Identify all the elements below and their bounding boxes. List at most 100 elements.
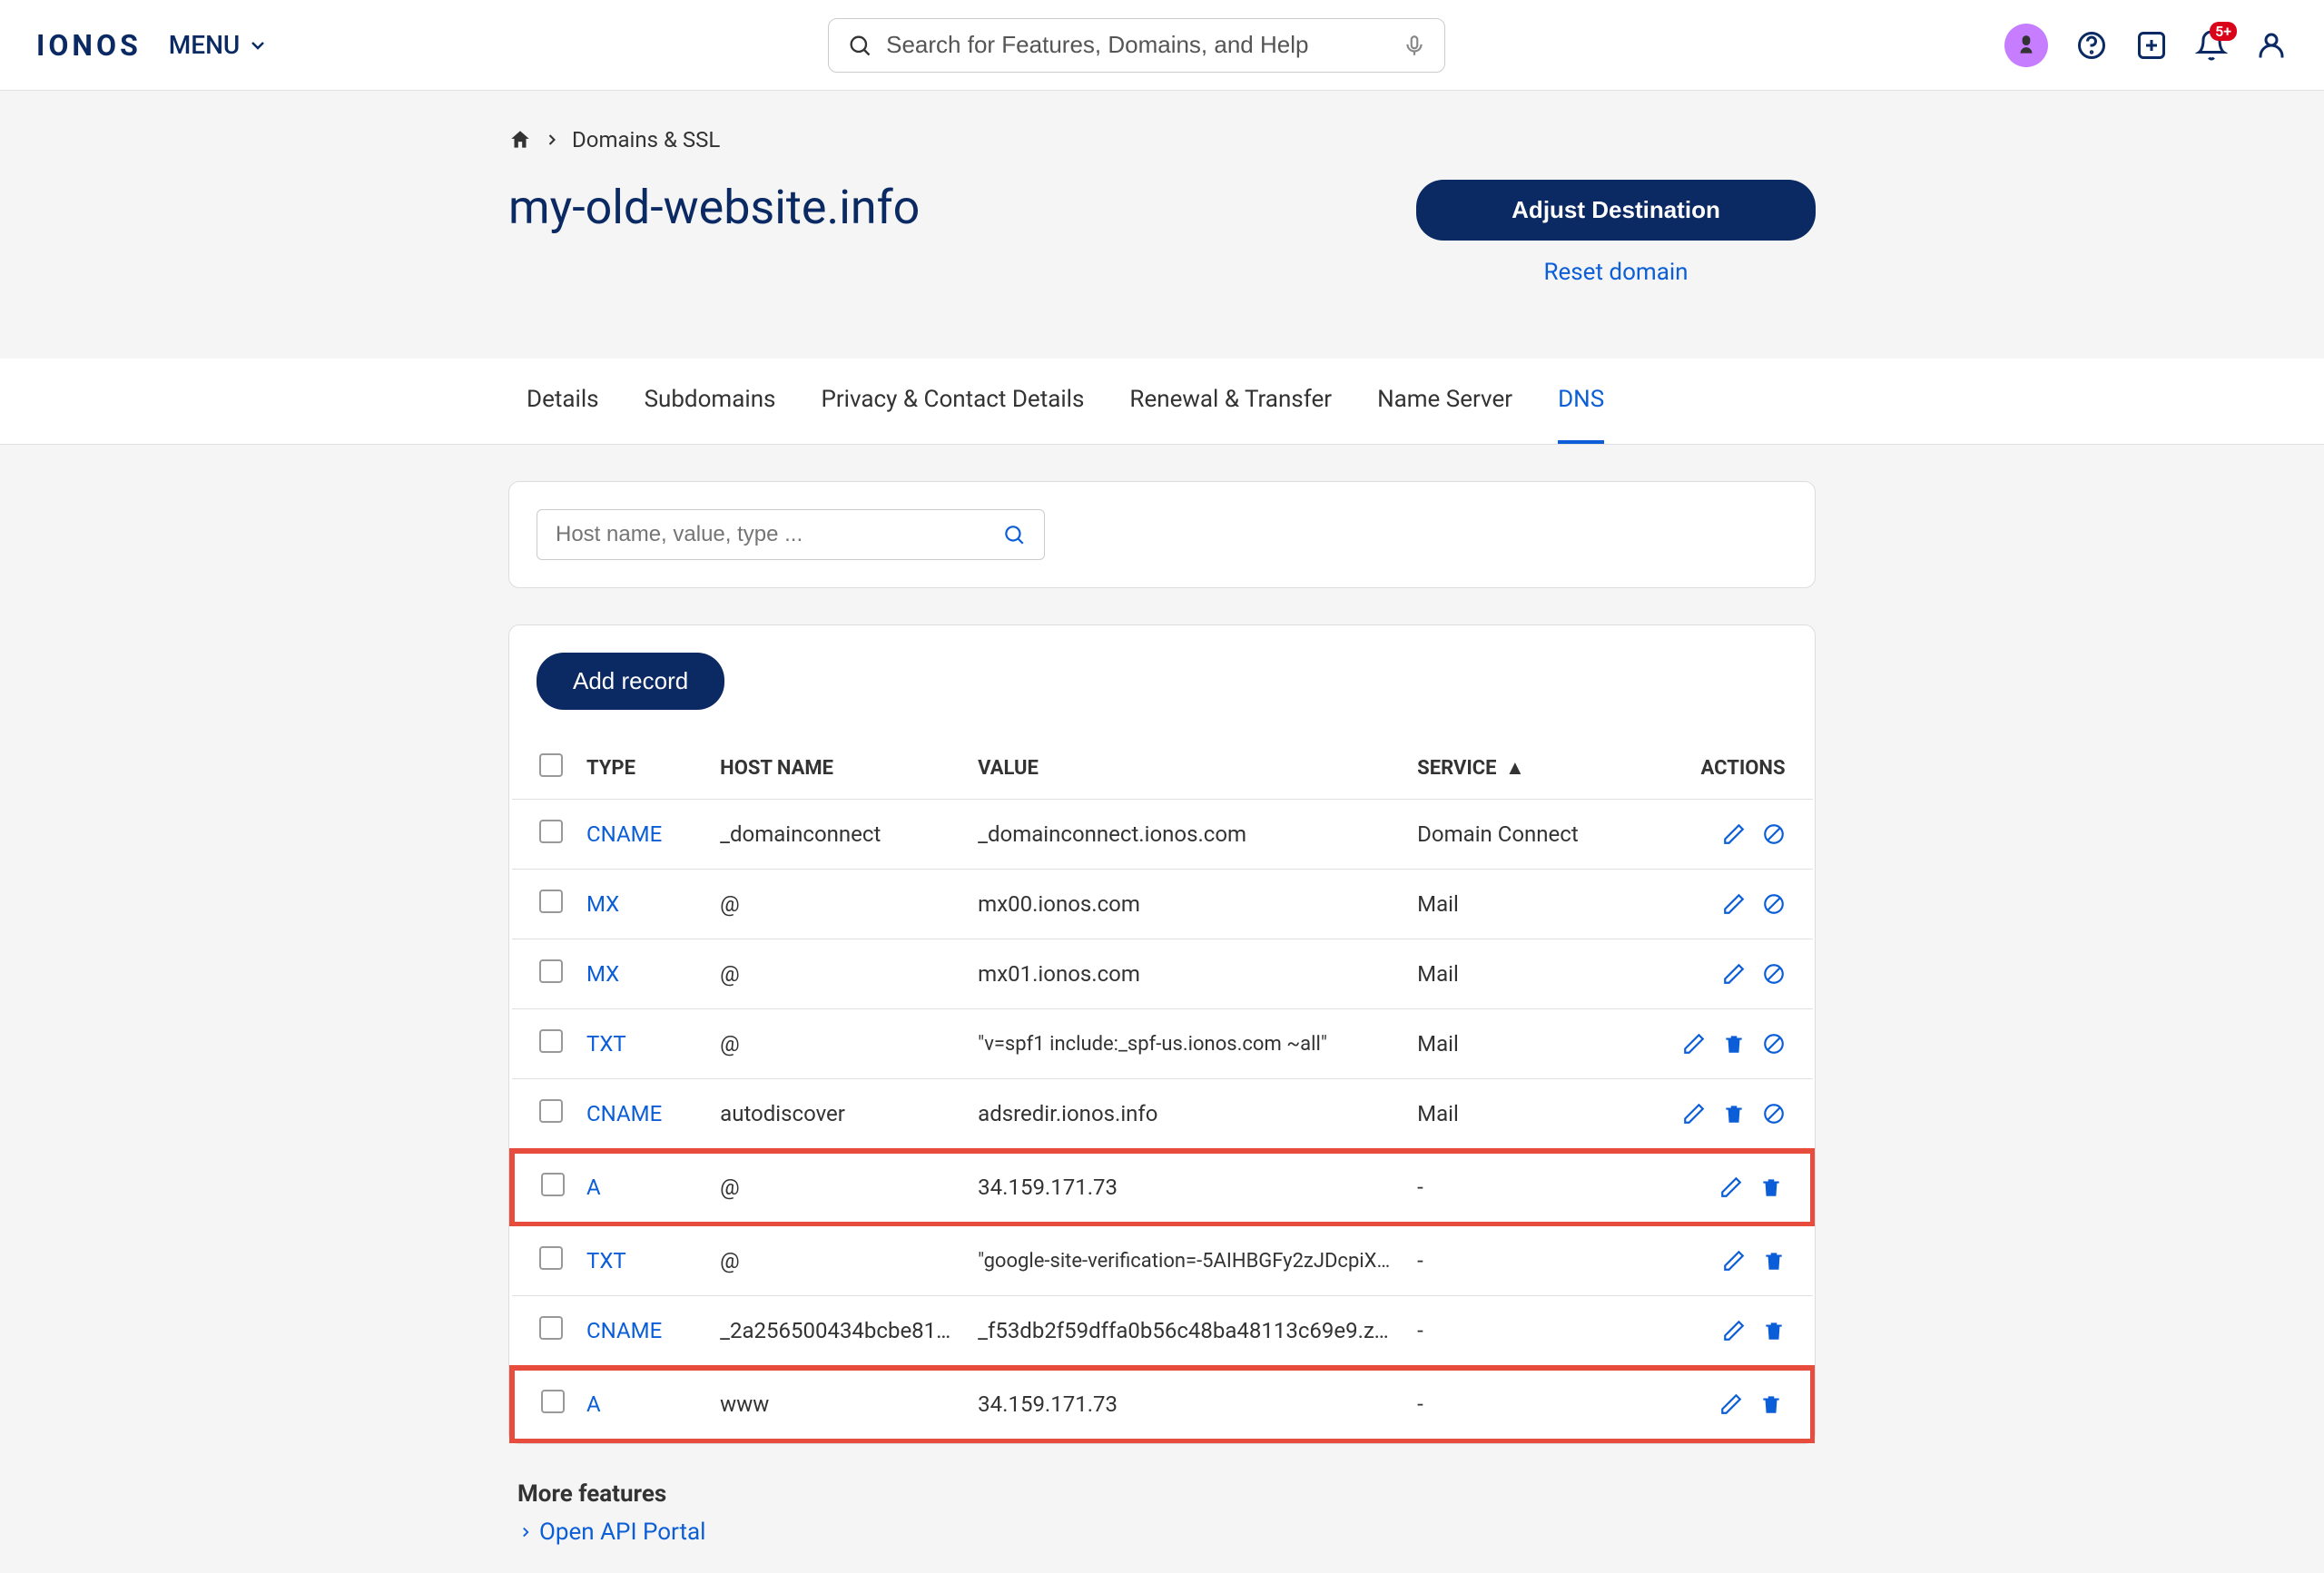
notification-icon[interactable]: 5+ [2195, 29, 2228, 62]
delete-icon[interactable] [1762, 1319, 1786, 1342]
table-row: CNAME_2a256500434bcbe8129..._f53db2f59df… [512, 1296, 1813, 1368]
tabs-bar: Details Subdomains Privacy & Contact Detai… [0, 359, 2324, 445]
chat-icon[interactable] [2075, 29, 2108, 62]
record-value: "google-site-verification=-5AIHBGFy2zJDc… [978, 1250, 1395, 1273]
edit-icon[interactable] [1719, 1392, 1743, 1416]
filter-input-wrap[interactable] [537, 509, 1045, 560]
delete-icon[interactable] [1722, 1102, 1746, 1126]
row-checkbox[interactable] [539, 1316, 563, 1340]
header: IONOS MENU 5+ [0, 0, 2324, 91]
delete-icon[interactable] [1759, 1392, 1783, 1416]
delete-icon[interactable] [1759, 1175, 1783, 1199]
table-row: CNAMEautodiscoveradsredir.ionos.infoMail [512, 1079, 1813, 1151]
col-service[interactable]: SERVICE ▲ [1406, 737, 1650, 800]
col-type[interactable]: TYPE [576, 737, 709, 800]
edit-icon[interactable] [1682, 1102, 1706, 1126]
record-type-link[interactable]: TXT [586, 1248, 626, 1273]
chevron-right-icon [517, 1524, 534, 1540]
record-service: - [1406, 1151, 1650, 1224]
row-checkbox[interactable] [539, 959, 563, 983]
edit-icon[interactable] [1719, 1175, 1743, 1199]
user-icon[interactable] [2255, 29, 2288, 62]
add-icon[interactable] [2135, 29, 2168, 62]
delete-icon[interactable] [1762, 1249, 1786, 1273]
col-value[interactable]: VALUE [967, 737, 1406, 800]
reset-domain-link[interactable]: Reset domain [1543, 259, 1688, 286]
microphone-icon[interactable] [1403, 34, 1426, 57]
record-type-link[interactable]: A [586, 1391, 601, 1417]
row-checkbox[interactable] [539, 820, 563, 843]
record-host: @ [720, 1248, 956, 1273]
open-api-portal-link[interactable]: Open API Portal [517, 1519, 1807, 1546]
record-service: Mail [1406, 1009, 1650, 1079]
adjust-destination-button[interactable]: Adjust Destination [1416, 180, 1816, 241]
menu-button[interactable]: MENU [169, 30, 270, 60]
disable-icon[interactable] [1762, 1032, 1786, 1056]
disable-icon[interactable] [1762, 892, 1786, 916]
edit-icon[interactable] [1722, 1249, 1746, 1273]
record-host: @ [720, 891, 956, 917]
edit-icon[interactable] [1722, 892, 1746, 916]
more-features: More features Open API Portal [508, 1480, 1816, 1546]
search-icon [847, 33, 872, 58]
record-type-link[interactable]: MX [586, 961, 619, 987]
filter-card [508, 481, 1816, 588]
edit-icon[interactable] [1722, 962, 1746, 986]
record-type-link[interactable]: MX [586, 891, 619, 917]
record-value: 34.159.171.73 [978, 1391, 1395, 1417]
disable-icon[interactable] [1762, 822, 1786, 846]
edit-icon[interactable] [1682, 1032, 1706, 1056]
record-service: Mail [1406, 870, 1650, 939]
search-box[interactable] [828, 18, 1445, 73]
edit-icon[interactable] [1722, 1319, 1746, 1342]
edit-icon[interactable] [1722, 822, 1746, 846]
tab-dns[interactable]: DNS [1558, 359, 1604, 444]
record-type-link[interactable]: CNAME [586, 821, 662, 847]
search-input[interactable] [886, 31, 1389, 59]
notification-badge: 5+ [2210, 22, 2237, 41]
breadcrumb-current[interactable]: Domains & SSL [572, 127, 720, 152]
record-value: mx00.ionos.com [978, 891, 1395, 917]
row-checkbox[interactable] [539, 890, 563, 913]
record-type-link[interactable]: TXT [586, 1031, 626, 1057]
search-container [296, 18, 1977, 73]
record-type-link[interactable]: CNAME [586, 1101, 662, 1126]
col-host[interactable]: HOST NAME [709, 737, 967, 800]
filter-input[interactable] [556, 522, 1002, 547]
row-checkbox[interactable] [541, 1173, 565, 1196]
tabs: Details Subdomains Privacy & Contact Detai… [508, 359, 1816, 444]
tab-renewal-transfer[interactable]: Renewal & Transfer [1129, 359, 1332, 444]
record-host: _2a256500434bcbe8129... [720, 1318, 956, 1343]
tab-details[interactable]: Details [527, 359, 599, 444]
tab-name-server[interactable]: Name Server [1377, 359, 1512, 444]
disable-icon[interactable] [1762, 1102, 1786, 1126]
tab-privacy-contact-details[interactable]: Privacy & Contact Details [821, 359, 1084, 444]
record-host: www [720, 1391, 956, 1417]
record-service: Mail [1406, 939, 1650, 1009]
row-checkbox[interactable] [539, 1246, 563, 1270]
row-checkbox[interactable] [539, 1029, 563, 1053]
record-service: Domain Connect [1406, 800, 1650, 870]
row-checkbox[interactable] [539, 1099, 563, 1123]
delete-icon[interactable] [1722, 1032, 1746, 1056]
record-service: - [1406, 1296, 1650, 1368]
search-icon[interactable] [1002, 523, 1026, 546]
record-host: autodiscover [720, 1101, 956, 1126]
sort-asc-icon: ▲ [1505, 756, 1525, 780]
menu-label: MENU [169, 30, 241, 60]
more-features-title: More features [517, 1480, 1807, 1508]
title-actions: Adjust Destination Reset domain [1416, 180, 1816, 286]
dns-records-table: TYPE HOST NAME VALUE SERVICE ▲ ACTIONS C… [509, 737, 1815, 1443]
record-type-link[interactable]: CNAME [586, 1318, 662, 1343]
avatar[interactable] [2004, 24, 2048, 67]
tab-subdomains[interactable]: Subdomains [645, 359, 776, 444]
select-all-checkbox[interactable] [539, 753, 563, 777]
record-value: adsredir.ionos.info [978, 1101, 1395, 1126]
disable-icon[interactable] [1762, 962, 1786, 986]
record-host: @ [720, 961, 956, 987]
row-checkbox[interactable] [541, 1390, 565, 1413]
logo[interactable]: IONOS [36, 28, 142, 63]
home-icon[interactable] [508, 128, 532, 152]
record-type-link[interactable]: A [586, 1175, 601, 1200]
add-record-button[interactable]: Add record [537, 653, 724, 710]
